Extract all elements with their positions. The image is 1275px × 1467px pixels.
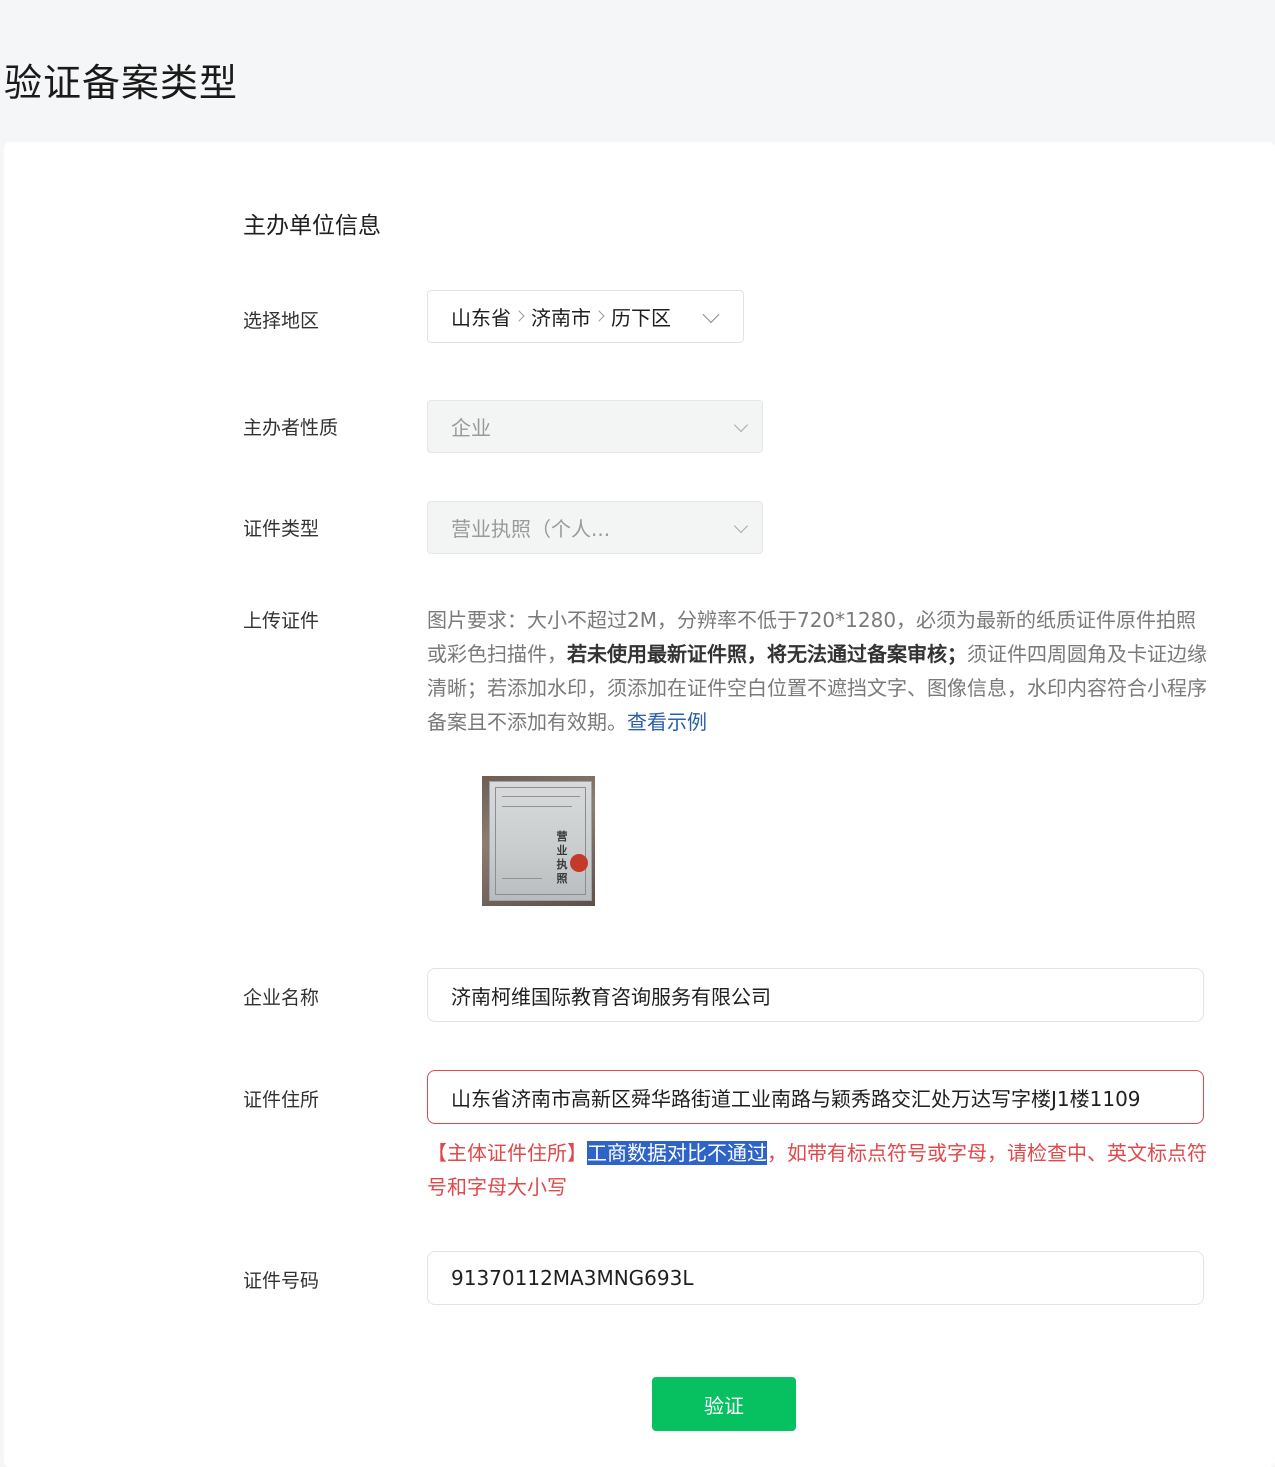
region-province: 山东省: [451, 306, 511, 330]
uploaded-license-thumbnail[interactable]: 营业执照: [482, 776, 595, 906]
seal-icon: [570, 854, 588, 872]
company-name-label: 企业名称: [243, 987, 320, 1009]
chevron-down-icon: [733, 417, 749, 432]
section-title: 主办单位信息: [243, 213, 381, 239]
chevron-down-icon: [702, 305, 720, 323]
page-title: 验证备案类型: [4, 61, 239, 105]
upload-requirements: 图片要求：大小不超过2M，分辨率不低于720*1280，必须为最新的纸质证件原件…: [427, 603, 1207, 739]
company-name-input[interactable]: 济南柯维国际教育咨询服务有限公司: [427, 968, 1204, 1022]
chevron-right-icon: [513, 309, 525, 322]
region-city: 济南市: [531, 306, 591, 330]
cert-type-label: 证件类型: [243, 518, 320, 540]
license-text-line: [502, 806, 572, 807]
chevron-right-icon: [593, 309, 605, 322]
cert-type-select[interactable]: 营业执照（个人...: [427, 501, 763, 554]
cert-number-input[interactable]: 91370112MA3MNG693L: [427, 1251, 1204, 1305]
organizer-type-select[interactable]: 企业: [427, 400, 763, 453]
organizer-type-label: 主办者性质: [243, 417, 339, 439]
error-selected-text: 工商数据对比不通过: [587, 1141, 767, 1165]
cert-address-input[interactable]: 山东省济南市高新区舜华路街道工业南路与颖秀路交汇处万达写字楼J1楼1109: [427, 1070, 1204, 1124]
cert-number-label: 证件号码: [243, 1270, 320, 1292]
organizer-type-value: 企业: [451, 416, 491, 440]
license-paper: 营业执照: [489, 781, 592, 901]
cert-type-value: 营业执照（个人...: [451, 517, 611, 541]
verify-button[interactable]: 验证: [652, 1377, 796, 1431]
upload-label: 上传证件: [243, 610, 320, 632]
region-district: 历下区: [611, 306, 671, 330]
region-select[interactable]: 山东省 济南市 历下区: [427, 290, 744, 343]
cert-address-error: 【主体证件住所】工商数据对比不通过，如带有标点符号或字母，请检查中、英文标点符号…: [427, 1136, 1212, 1204]
license-title: 营业执照: [556, 830, 568, 885]
hint-bold-warning: 若未使用最新证件照，将无法通过备案审核；: [567, 642, 967, 666]
view-example-link[interactable]: 查看示例: [627, 710, 707, 734]
chevron-down-icon: [733, 518, 749, 533]
license-text-line: [502, 878, 542, 879]
license-text-line: [502, 796, 580, 797]
form-card: 主办单位信息 选择地区 山东省 济南市 历下区 主办者性质 企业 证件类型 营业…: [4, 142, 1275, 1467]
cert-address-label: 证件住所: [243, 1089, 320, 1111]
region-label: 选择地区: [243, 310, 320, 332]
error-prefix: 【主体证件住所】: [427, 1141, 587, 1165]
